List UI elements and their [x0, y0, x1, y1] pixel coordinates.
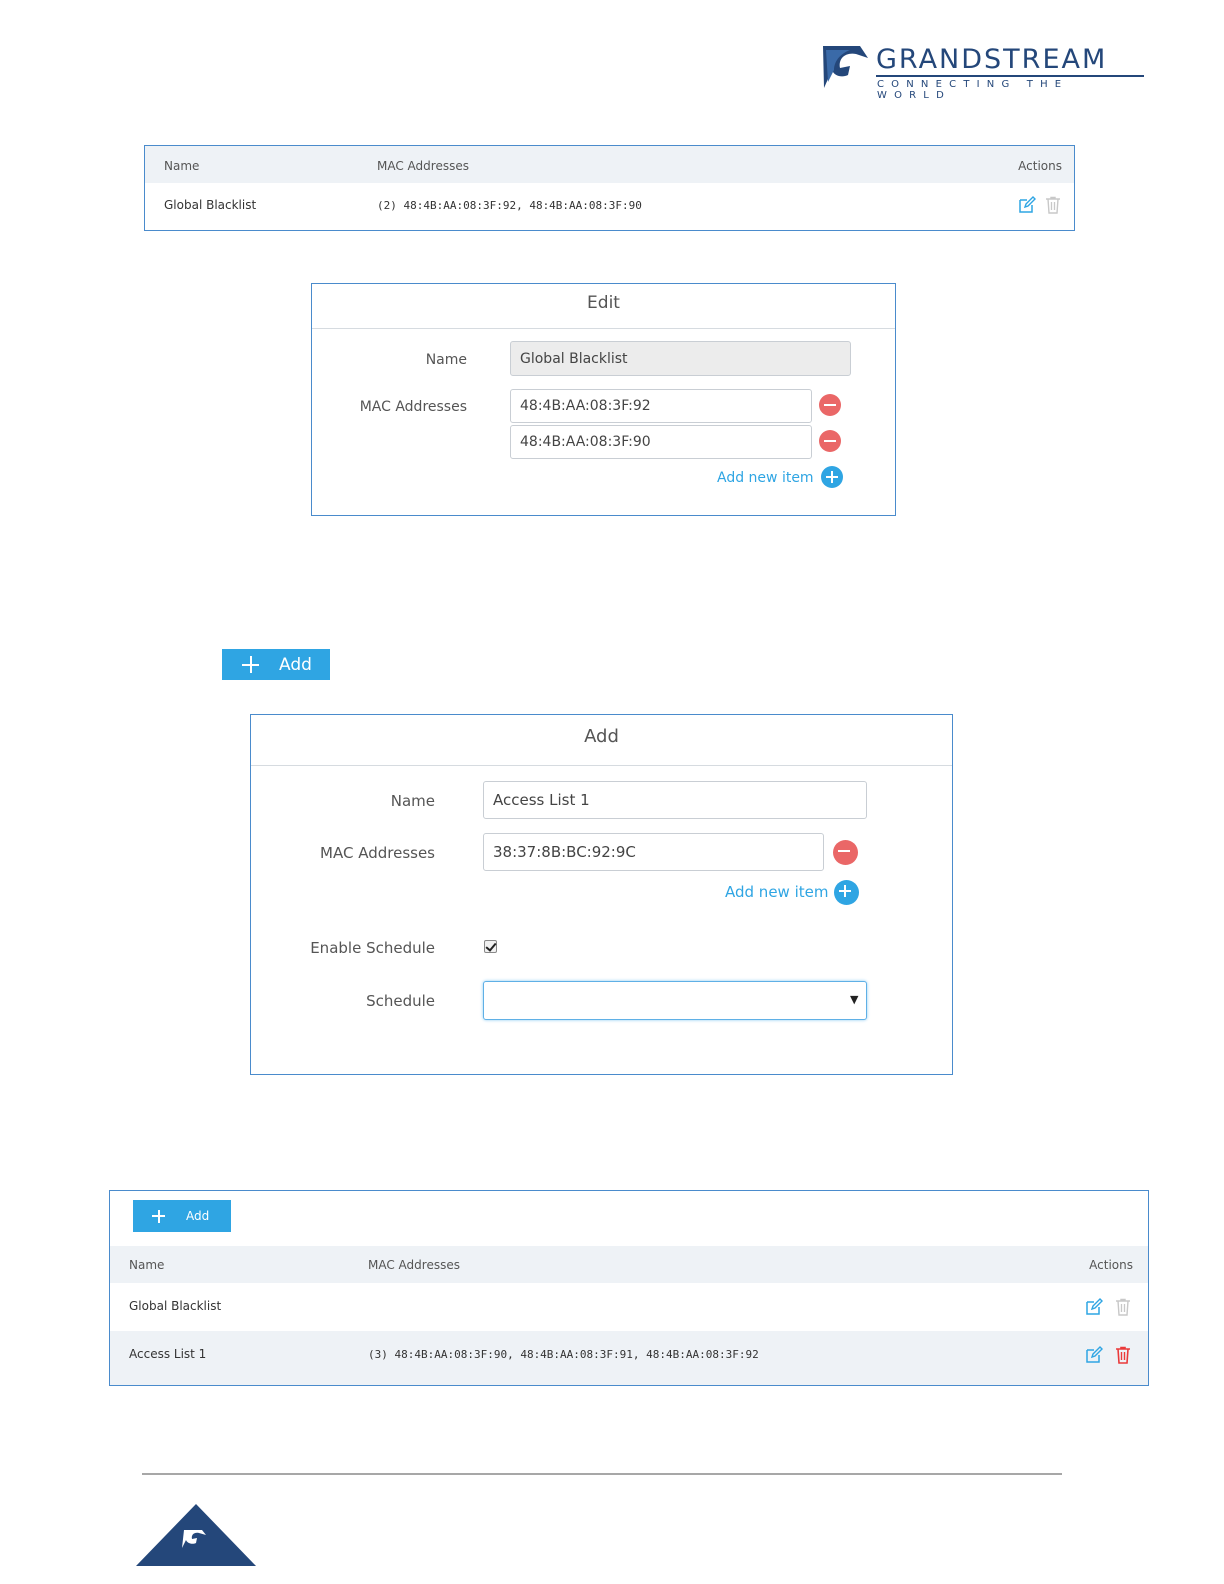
add-button[interactable]: Add — [133, 1200, 231, 1232]
name-field[interactable]: Global Blacklist — [510, 341, 851, 376]
mac-field-1[interactable]: 48:4B:AA:08:3F:92 — [510, 389, 812, 423]
logo-divider — [876, 75, 1144, 77]
name-label: Name — [425, 352, 467, 368]
delete-icon[interactable] — [1044, 196, 1062, 214]
dialog-divider — [312, 328, 895, 329]
mac-field-1[interactable]: 38:37:8B:BC:92:9C — [483, 833, 824, 871]
mac-list-table: Name MAC Addresses Actions Global Blackl… — [144, 145, 1075, 231]
header-name: Name — [129, 1258, 165, 1272]
table-row: Global Blacklist (2) 48:4B:AA:08:3F:92, … — [145, 183, 1074, 230]
row-mac: (3) 48:4B:AA:08:3F:90, 48:4B:AA:08:3F:91… — [368, 1348, 759, 1361]
table-row: Access List 1 (3) 48:4B:AA:08:3F:90, 48:… — [110, 1331, 1148, 1385]
edit-icon[interactable] — [1085, 1346, 1103, 1364]
mac-label: MAC Addresses — [320, 844, 435, 862]
dialog-divider — [251, 765, 952, 766]
table-header: Name MAC Addresses Actions — [110, 1246, 1148, 1283]
add-button-label: Add — [186, 1209, 210, 1223]
plus-icon — [242, 656, 259, 673]
row-name: Access List 1 — [129, 1347, 207, 1361]
name-label: Name — [390, 792, 435, 810]
row-mac: (2) 48:4B:AA:08:3F:92, 48:4B:AA:08:3F:90 — [377, 199, 642, 212]
access-list-table: Add Name MAC Addresses Actions Global Bl… — [109, 1190, 1149, 1386]
edit-icon[interactable] — [1085, 1298, 1103, 1316]
add-new-item-link[interactable]: Add new item — [725, 883, 828, 901]
grandstream-footer-logo-icon — [136, 1504, 256, 1566]
header-mac: MAC Addresses — [368, 1258, 460, 1272]
add-item-icon[interactable] — [834, 880, 859, 905]
add-new-item-link[interactable]: Add new item — [717, 470, 814, 486]
table-row: Global Blacklist — [110, 1283, 1148, 1331]
row-name: Global Blacklist — [164, 198, 257, 212]
dialog-title: Edit — [587, 293, 620, 313]
mac-label: MAC Addresses — [359, 399, 467, 415]
add-item-icon[interactable] — [821, 466, 843, 488]
enable-schedule-label: Enable Schedule — [310, 939, 435, 957]
delete-icon[interactable] — [1114, 1298, 1132, 1316]
header-actions: Actions — [1018, 159, 1062, 173]
schedule-label: Schedule — [366, 992, 435, 1010]
enable-schedule-checkbox[interactable] — [484, 940, 497, 953]
delete-icon[interactable] — [1114, 1346, 1132, 1364]
add-dialog: Add Name Access List 1 MAC Addresses 38:… — [250, 714, 953, 1075]
edit-icon[interactable] — [1018, 196, 1036, 214]
dialog-title: Add — [584, 726, 619, 747]
header-name: Name — [164, 159, 200, 173]
logo-wordmark: GRANDSTREAM — [876, 44, 1108, 75]
add-button-label: Add — [279, 654, 312, 675]
chevron-down-icon: ▼ — [850, 993, 859, 1006]
plus-icon — [152, 1209, 165, 1223]
schedule-select[interactable] — [483, 981, 867, 1020]
edit-dialog: Edit Name Global Blacklist MAC Addresses… — [311, 283, 896, 516]
remove-mac-button-1[interactable] — [819, 394, 841, 416]
mac-field-2[interactable]: 48:4B:AA:08:3F:90 — [510, 425, 812, 459]
grandstream-logo-icon — [823, 46, 868, 88]
footer-divider — [142, 1473, 1062, 1475]
remove-mac-button-2[interactable] — [819, 430, 841, 452]
grandstream-logo: GRANDSTREAM CONNECTING THE WORLD — [820, 42, 1150, 101]
logo-tagline: CONNECTING THE WORLD — [877, 79, 1069, 101]
name-field[interactable]: Access List 1 — [483, 781, 867, 819]
row-name: Global Blacklist — [129, 1299, 222, 1313]
header-mac: MAC Addresses — [377, 159, 469, 173]
header-actions: Actions — [1089, 1258, 1133, 1272]
add-button[interactable]: Add — [222, 649, 330, 680]
table-header: Name MAC Addresses Actions — [145, 146, 1074, 183]
remove-mac-button-1[interactable] — [833, 840, 858, 865]
